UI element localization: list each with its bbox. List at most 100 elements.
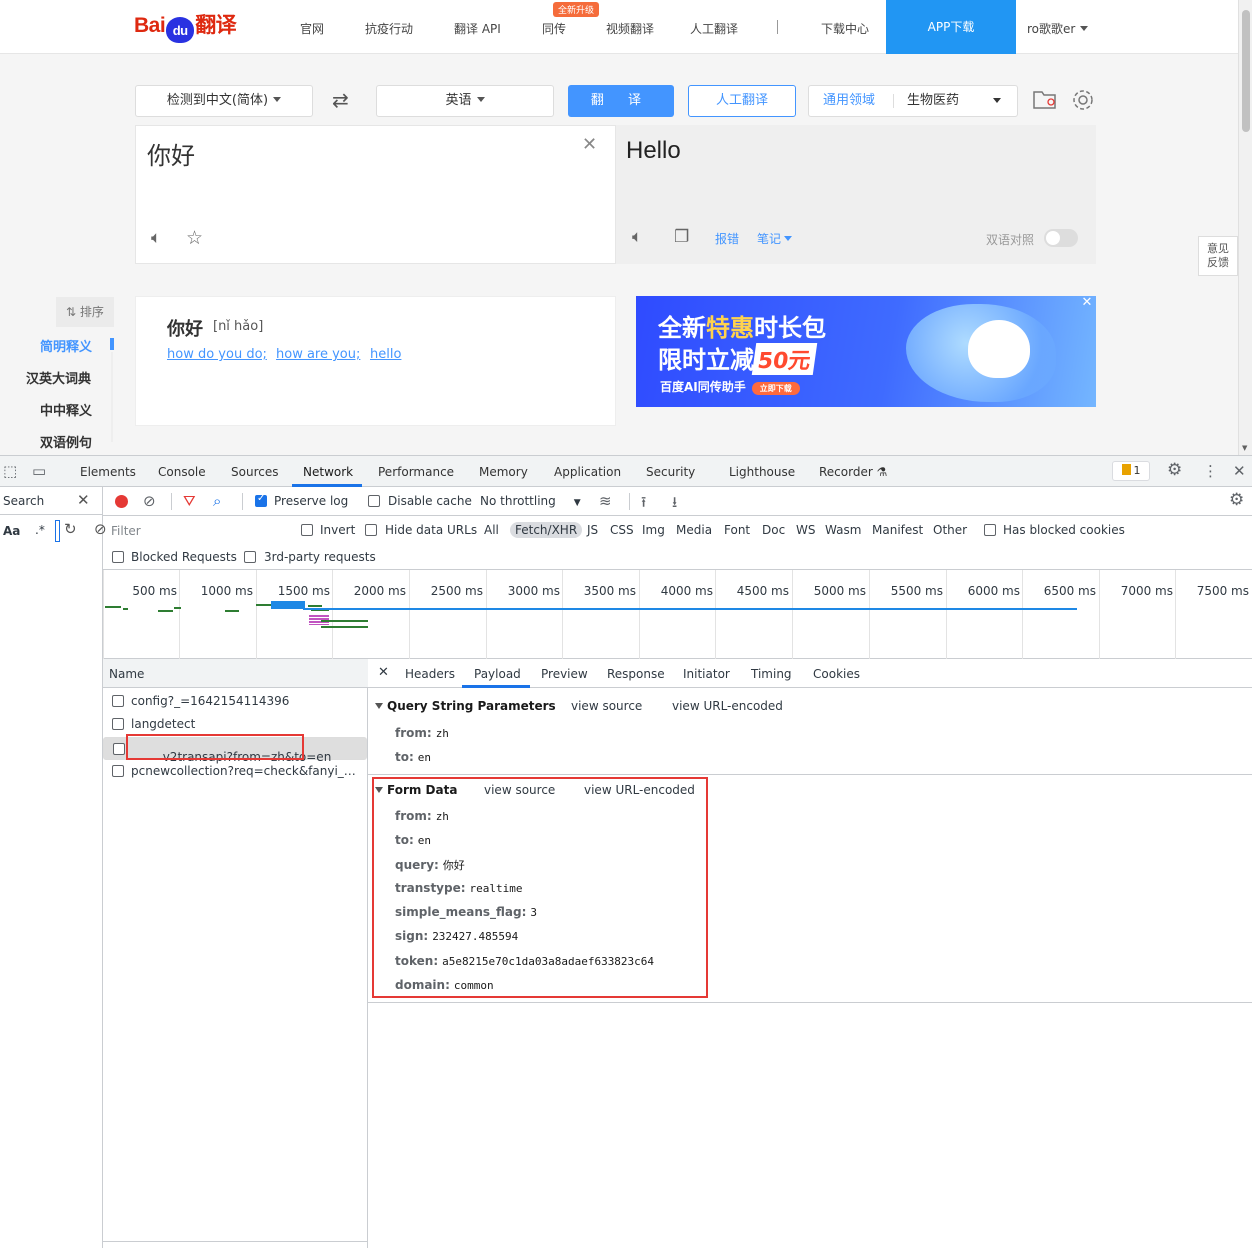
nav-item-simultaneous[interactable]: 同传 — [542, 20, 566, 37]
domain-general[interactable]: 通用领域 — [823, 86, 875, 116]
nav-item-download-center[interactable]: 下载中心 — [821, 20, 869, 37]
row-checkbox[interactable] — [112, 765, 124, 777]
filter-type-wasm[interactable]: Wasm — [825, 523, 861, 537]
tab-sources[interactable]: Sources — [231, 465, 278, 479]
request-list-header[interactable]: Name — [103, 659, 368, 688]
notes-dropdown[interactable]: 笔记 — [757, 230, 793, 247]
issues-badge[interactable]: 1 — [1112, 461, 1150, 481]
close-search-icon[interactable]: ✕ — [77, 491, 90, 509]
meaning-link[interactable]: how are you; — [276, 347, 360, 362]
view-source-link[interactable]: view source — [571, 699, 642, 713]
hide-data-urls-checkbox[interactable] — [365, 524, 377, 536]
tab-memory[interactable]: Memory — [479, 465, 528, 479]
promo-download-button[interactable]: 立即下载 — [751, 382, 800, 395]
domain-select[interactable]: 通用领域 生物医药 — [808, 85, 1018, 117]
export-har-icon[interactable]: ⭳ — [672, 492, 677, 517]
nav-item-official[interactable]: 官网 — [300, 20, 324, 37]
sort-button[interactable]: ⇅ 排序 — [56, 297, 114, 327]
settings-gear-icon[interactable]: ⚙ — [1167, 460, 1182, 480]
tab-preview[interactable]: Preview — [541, 667, 588, 681]
copy-icon[interactable]: ❐ — [674, 227, 689, 247]
side-item-brief[interactable]: 简明释义 — [40, 336, 92, 355]
tab-timing[interactable]: Timing — [751, 667, 792, 681]
speaker-icon[interactable]: 🔈︎ — [151, 228, 161, 248]
inspect-element-icon[interactable]: ⬚ — [3, 462, 17, 480]
filter-type-manifest[interactable]: Manifest — [872, 523, 923, 537]
throttling-select[interactable]: No throttling ▼ — [480, 494, 581, 508]
nav-item-antiepidemic[interactable]: 抗疫行动 — [365, 20, 413, 37]
tab-network[interactable]: Network — [303, 465, 353, 479]
swap-languages-icon[interactable]: ⇄ — [332, 88, 349, 112]
preserve-log-checkbox[interactable] — [255, 493, 267, 507]
blocked-requests-checkbox[interactable] — [112, 551, 124, 563]
feedback-button[interactable]: 意见 反馈 — [1198, 236, 1238, 276]
network-conditions-icon[interactable]: ≋ — [599, 492, 612, 510]
close-ad-icon[interactable]: ✕ — [1080, 296, 1094, 310]
match-case-toggle[interactable]: Aa — [3, 524, 20, 538]
refresh-icon[interactable]: ↻ — [64, 520, 77, 538]
star-icon[interactable]: ☆ — [186, 227, 203, 249]
scrollbar-thumb[interactable] — [1242, 10, 1250, 132]
meaning-link[interactable]: how do you do; — [167, 347, 267, 362]
record-button-icon[interactable] — [115, 495, 128, 508]
close-devtools-icon[interactable]: ✕ — [1233, 462, 1246, 480]
search-icon[interactable]: ⌕ — [213, 492, 221, 510]
close-detail-icon[interactable]: ✕ — [378, 665, 389, 680]
tab-elements[interactable]: Elements — [80, 465, 136, 479]
filter-type-js[interactable]: JS — [587, 523, 598, 537]
tab-console[interactable]: Console — [158, 465, 206, 479]
translate-button[interactable]: 翻 译 — [568, 85, 674, 117]
filter-type-ws[interactable]: WS — [796, 523, 815, 537]
filter-type-fetch-xhr[interactable]: Fetch/XHR — [510, 522, 583, 538]
row-checkbox[interactable] — [113, 743, 125, 755]
third-party-checkbox[interactable] — [244, 551, 256, 563]
human-translate-button[interactable]: 人工翻译 — [688, 85, 796, 117]
device-toolbar-icon[interactable]: ▭ — [32, 462, 46, 480]
view-url-encoded-link[interactable]: view URL-encoded — [672, 699, 783, 713]
request-row[interactable]: config?_=1642154114396 — [103, 690, 367, 713]
page-scrollbar[interactable]: ▼ — [1238, 0, 1252, 455]
tab-response[interactable]: Response — [607, 667, 665, 681]
nav-item-human-translate[interactable]: 人工翻译 — [690, 20, 738, 37]
filter-icon[interactable]: ⛛ — [183, 492, 196, 510]
filter-type-doc[interactable]: Doc — [762, 523, 785, 537]
disable-cache-checkbox[interactable] — [368, 495, 380, 507]
nav-item-api[interactable]: 翻译 API — [454, 20, 501, 37]
meaning-link[interactable]: hello — [370, 347, 401, 362]
row-checkbox[interactable] — [112, 718, 124, 730]
query-params-header[interactable]: Query String Parameters — [375, 699, 556, 713]
nav-item-video-translate[interactable]: 视频翻译 — [606, 20, 654, 37]
tab-headers[interactable]: Headers — [405, 667, 455, 681]
filter-type-img[interactable]: Img — [642, 523, 665, 537]
scroll-down-arrow[interactable]: ▼ — [1242, 444, 1247, 452]
filter-input[interactable]: Filter — [106, 521, 288, 541]
filter-type-other[interactable]: Other — [933, 523, 967, 537]
tab-performance[interactable]: Performance — [378, 465, 454, 479]
tab-payload[interactable]: Payload — [474, 667, 521, 681]
tab-initiator[interactable]: Initiator — [683, 667, 730, 681]
settings-gear-icon[interactable] — [1070, 87, 1096, 118]
network-overview-timeline[interactable]: 500 ms 1000 ms 1500 ms 2000 ms 2500 ms 3… — [103, 570, 1252, 659]
side-item-dictionary[interactable]: 汉英大词典 — [26, 368, 91, 387]
promo-banner[interactable]: 全新特惠时长包 限时立减50元 百度AI同传助手 立即下载 ✕ — [636, 296, 1096, 407]
regex-toggle[interactable]: .* — [35, 523, 45, 537]
clear-input-icon[interactable]: ✕ — [582, 134, 597, 155]
invert-checkbox[interactable] — [301, 524, 313, 536]
tab-cookies[interactable]: Cookies — [813, 667, 860, 681]
has-blocked-cookies-checkbox[interactable] — [984, 524, 996, 536]
filter-type-media[interactable]: Media — [676, 523, 712, 537]
tab-security[interactable]: Security — [646, 465, 695, 479]
clear-log-icon[interactable]: ⊘ — [143, 492, 156, 510]
request-row[interactable]: pcnewcollection?req=check&fanyi_sr... — [103, 760, 367, 783]
app-download-button[interactable]: APP下载 — [886, 0, 1016, 54]
row-checkbox[interactable] — [112, 695, 124, 707]
speaker-icon[interactable]: 🔈︎ — [632, 227, 642, 247]
baidu-logo[interactable]: Bai du 翻译 — [134, 9, 237, 43]
filter-type-all[interactable]: All — [484, 523, 499, 537]
tab-application[interactable]: Application — [554, 465, 621, 479]
target-language-select[interactable]: 英语 — [376, 85, 554, 117]
tab-lighthouse[interactable]: Lighthouse — [729, 465, 795, 479]
source-text-area[interactable]: 你好 ✕ 🔈︎ ☆ — [135, 125, 616, 264]
filter-type-css[interactable]: CSS — [610, 523, 634, 537]
user-menu[interactable]: ro歌歌er — [1027, 20, 1089, 37]
